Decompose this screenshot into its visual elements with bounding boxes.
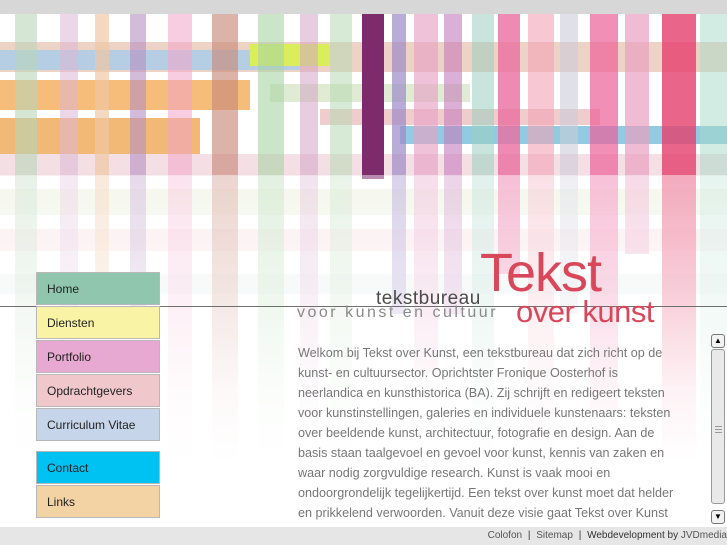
top-strip: [0, 0, 727, 14]
content-scrollbar[interactable]: ▲ ▼: [711, 334, 725, 525]
logo-tagline: voor kunst en cultuur: [297, 304, 499, 321]
main-navigation: Home Diensten Portfolio Opdrachtgevers C…: [36, 272, 160, 519]
nav-gap: [36, 442, 160, 451]
scroll-thumb[interactable]: [711, 349, 725, 504]
logo-tekst: Tekst: [480, 243, 602, 303]
logo-over-kunst: over kunst: [516, 294, 655, 329]
footer-separator: |: [578, 530, 582, 541]
scroll-up-icon[interactable]: ▲: [711, 334, 725, 348]
scroll-track[interactable]: [711, 349, 725, 504]
nav-contact[interactable]: Contact: [36, 451, 160, 484]
footer-separator: |: [527, 530, 531, 541]
footer: Colofon | Sitemap | Webdevelopment by JV…: [0, 527, 727, 545]
colofon-link[interactable]: Colofon: [488, 530, 522, 541]
nav-portfolio[interactable]: Portfolio: [36, 340, 160, 373]
nav-curriculum-vitae[interactable]: Curriculum Vitae: [36, 408, 160, 441]
scroll-down-icon[interactable]: ▼: [711, 510, 725, 524]
nav-diensten[interactable]: Diensten: [36, 306, 160, 339]
grip-icon: [715, 426, 722, 435]
nav-opdrachtgevers[interactable]: Opdrachtgevers: [36, 374, 160, 407]
sitemap-link[interactable]: Sitemap: [536, 530, 573, 541]
intro-text: Welkom bij Tekst over Kunst, een tekstbu…: [298, 346, 674, 527]
webdevelopment-label: Webdevelopment by: [587, 530, 679, 541]
nav-home[interactable]: Home: [36, 272, 160, 305]
nav-links[interactable]: Links: [36, 485, 160, 518]
jvdmedia-link[interactable]: JVDmedia: [681, 530, 727, 541]
